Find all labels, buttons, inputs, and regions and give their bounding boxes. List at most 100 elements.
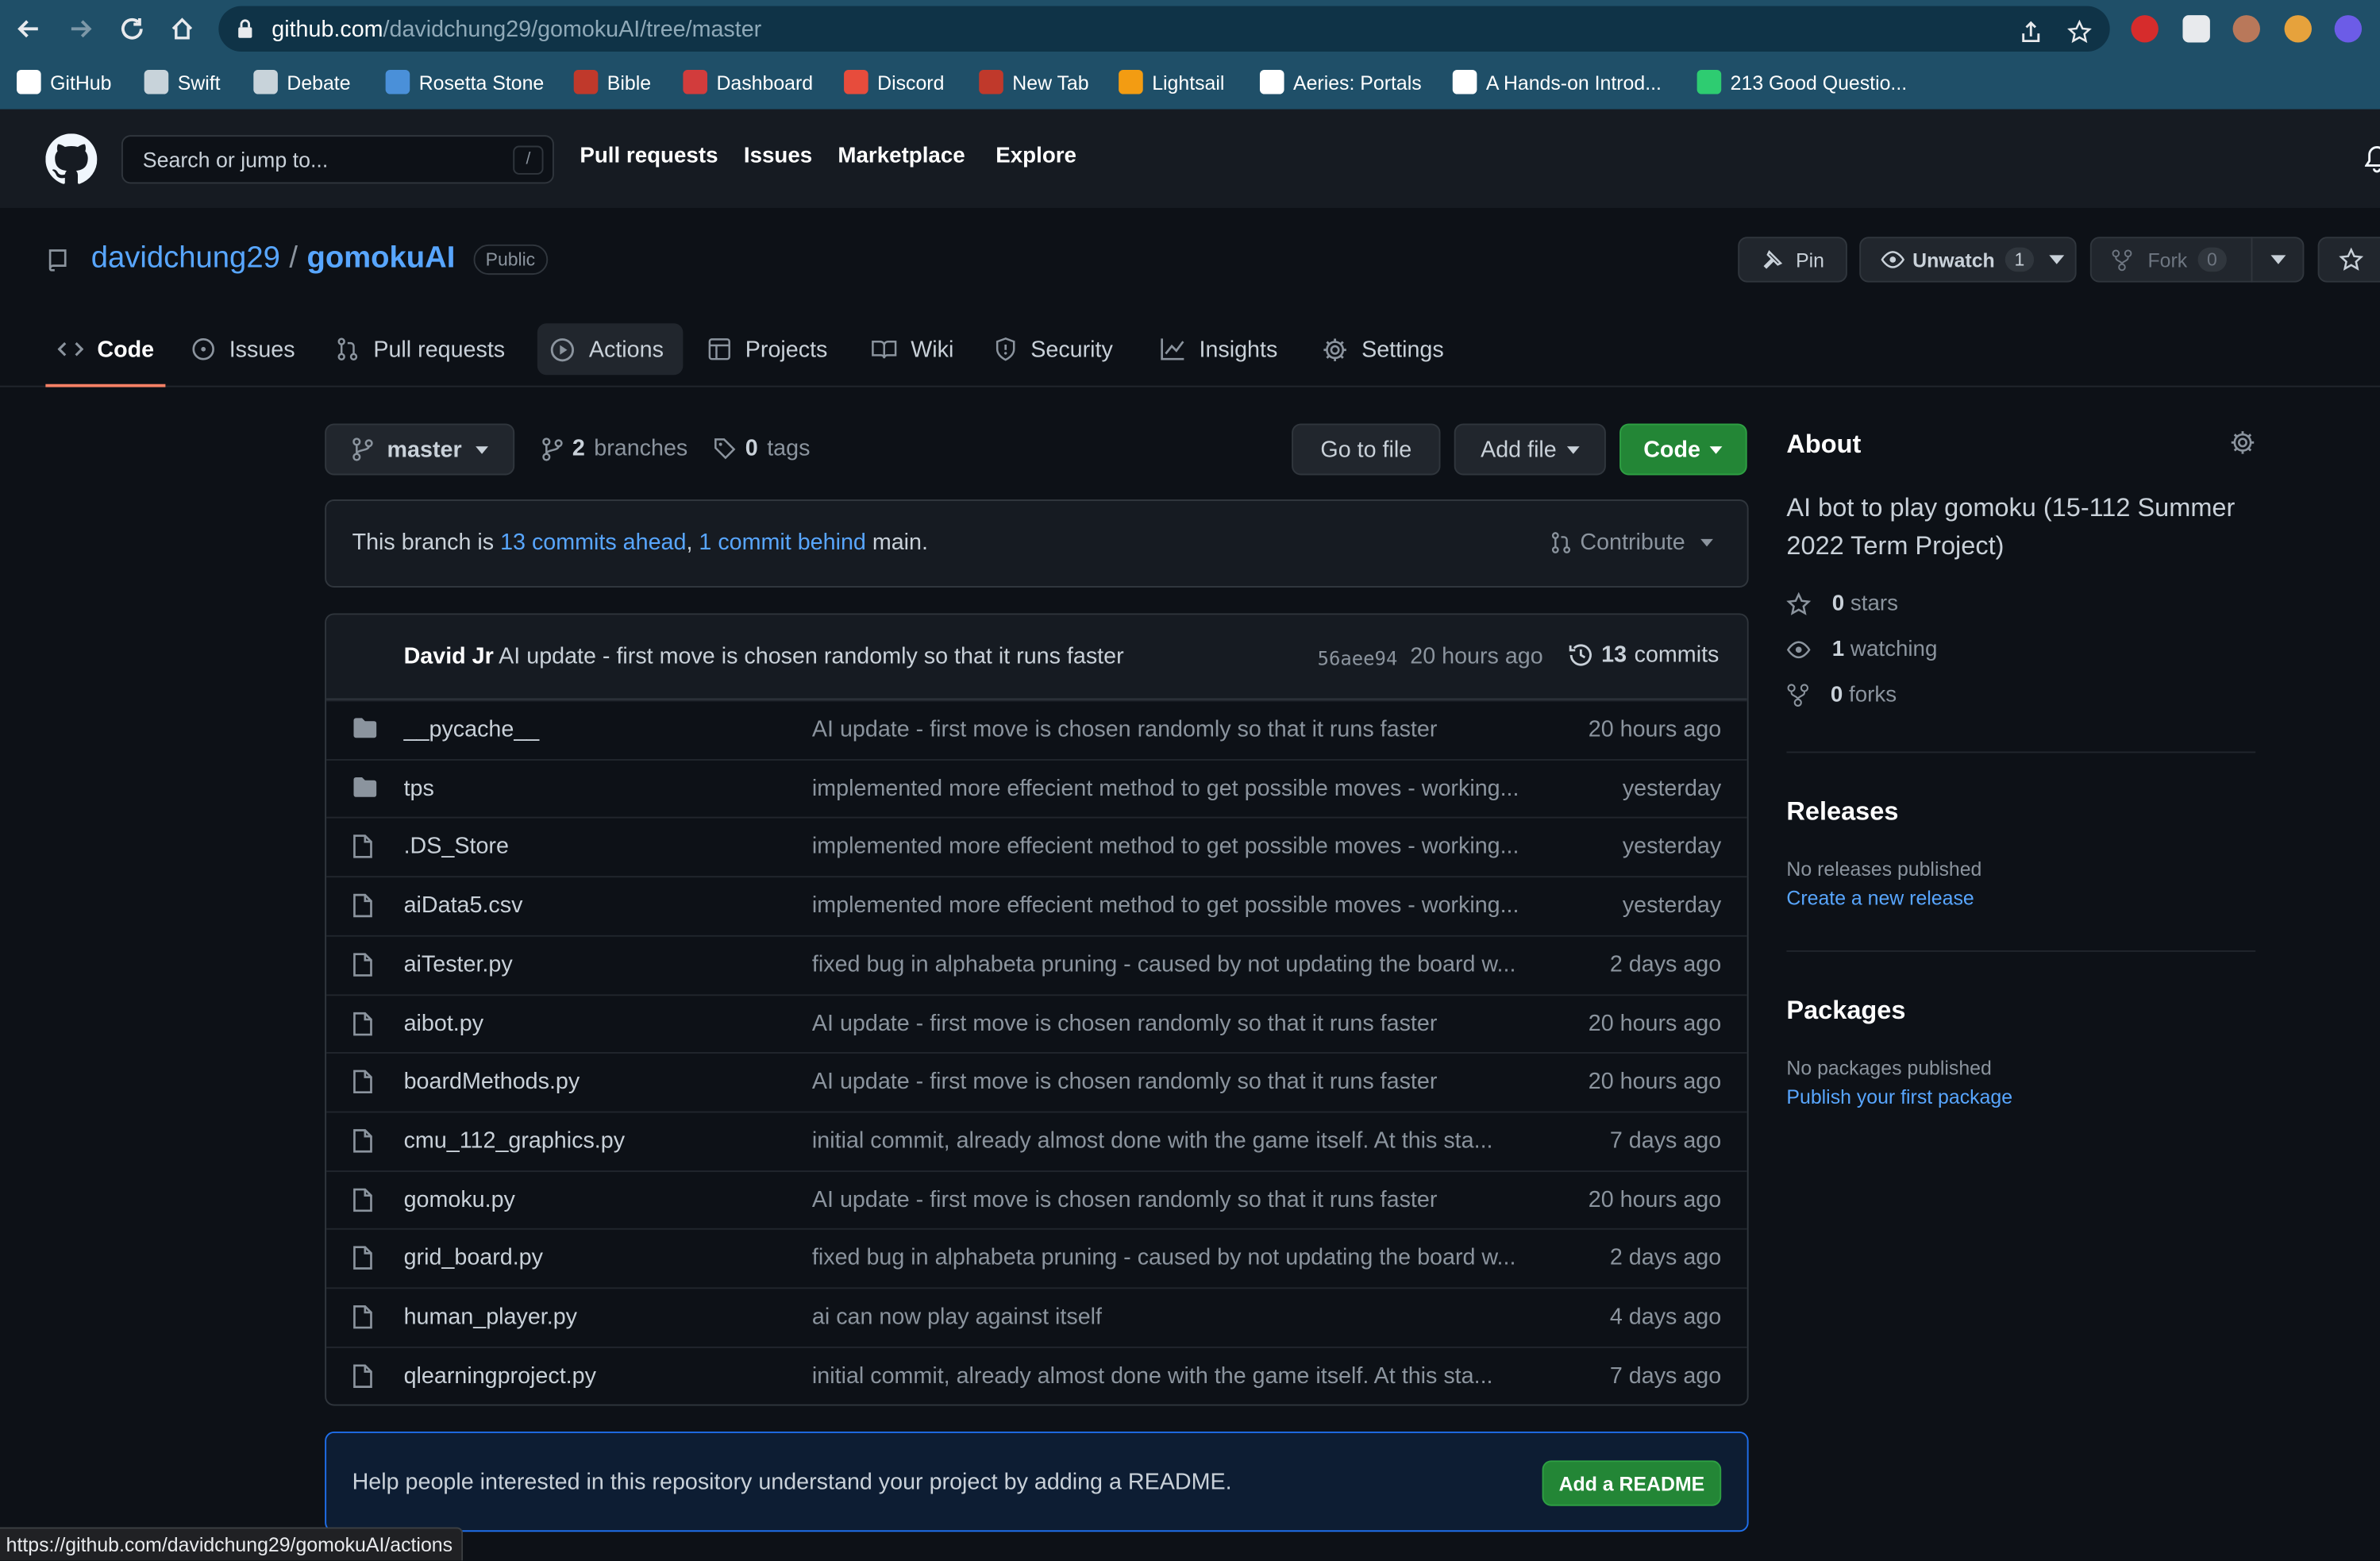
bookmark-item[interactable]: Swift xyxy=(144,69,221,94)
file-commit-message-link[interactable]: implemented more effecient method to get… xyxy=(812,775,1541,801)
file-row[interactable]: aiTester.py fixed bug in alphabeta prunin… xyxy=(326,935,1747,993)
tab-insights[interactable]: Insights xyxy=(1147,323,1289,375)
back-icon[interactable] xyxy=(13,13,44,44)
file-row[interactable]: human_player.py ai can now play against i… xyxy=(326,1287,1747,1346)
bookmark-item[interactable]: Discord xyxy=(844,69,944,94)
bookmark-item[interactable]: New Tab xyxy=(979,69,1089,94)
file-commit-message-link[interactable]: initial commit, already almost done with… xyxy=(812,1127,1541,1154)
file-commit-message-link[interactable]: implemented more effecient method to get… xyxy=(812,892,1541,919)
file-row[interactable]: aiData5.csv implemented more effecient me… xyxy=(326,876,1747,935)
tab-issues[interactable]: Issues xyxy=(179,323,307,375)
contribute-dropdown[interactable]: Contribute xyxy=(1550,530,1714,556)
extension-cloud-icon[interactable] xyxy=(2182,15,2210,43)
nav-pull-requests[interactable]: Pull requests xyxy=(580,145,718,169)
file-name-link[interactable]: cmu_112_graphics.py xyxy=(404,1127,625,1154)
file-commit-message-link[interactable]: AI update - first move is chosen randoml… xyxy=(812,1010,1541,1036)
unwatch-button[interactable]: Unwatch 1 xyxy=(1859,237,2077,283)
create-release-link[interactable]: Create a new release xyxy=(1786,887,1974,910)
tab-projects[interactable]: Projects xyxy=(695,323,840,375)
watchers-link[interactable]: 1 watching xyxy=(1786,638,1937,662)
commit-sha-link[interactable]: 56aee94 xyxy=(1318,647,1398,670)
tab-security[interactable]: Security xyxy=(982,323,1125,375)
file-name-link[interactable]: aiTester.py xyxy=(404,951,513,977)
file-row[interactable]: .DS_Store implemented more effecient meth… xyxy=(326,817,1747,876)
file-row[interactable]: grid_board.py fixed bug in alphabeta prun… xyxy=(326,1228,1747,1287)
file-commit-message-link[interactable]: fixed bug in alphabeta pruning - caused … xyxy=(812,951,1541,977)
bookmark-item[interactable]: GitHub xyxy=(17,69,111,94)
tab-actions[interactable]: Actions xyxy=(537,323,684,376)
go-to-file-button[interactable]: Go to file xyxy=(1292,423,1441,476)
pin-button[interactable]: Pin xyxy=(1738,237,1847,283)
file-name-link[interactable]: aiData5.csv xyxy=(404,892,523,919)
file-name-link[interactable]: grid_board.py xyxy=(404,1245,543,1271)
file-commit-message-link[interactable]: ai can now play against itself xyxy=(812,1304,1541,1330)
file-name-link[interactable]: human_player.py xyxy=(404,1304,577,1330)
file-commit-message-link[interactable]: AI update - first move is chosen randoml… xyxy=(812,716,1541,742)
star-button[interactable] xyxy=(2317,237,2380,283)
bookmark-star-icon[interactable] xyxy=(2067,19,2092,44)
about-settings-gear-icon[interactable] xyxy=(2230,430,2256,456)
forward-icon[interactable] xyxy=(65,13,95,44)
code-button[interactable]: Code xyxy=(1619,423,1747,476)
bookmark-item[interactable]: Debate xyxy=(253,69,351,94)
bookmark-item[interactable]: Dashboard xyxy=(683,69,813,94)
releases-heading[interactable]: Releases xyxy=(1786,797,1898,827)
tab-code[interactable]: Code xyxy=(45,323,166,375)
file-name-link[interactable]: aibot.py xyxy=(404,1010,483,1036)
bookmark-item[interactable]: A Hands-on Introd... xyxy=(1452,69,1662,94)
bookmark-item[interactable]: Rosetta Stone xyxy=(385,69,544,94)
bookmark-item[interactable]: 213 Good Questio... xyxy=(1696,69,1907,94)
packages-heading[interactable]: Packages xyxy=(1786,996,1905,1026)
nav-issues[interactable]: Issues xyxy=(744,145,812,169)
extension-stop-icon[interactable] xyxy=(2131,15,2159,43)
publish-package-link[interactable]: Publish your first package xyxy=(1786,1085,2012,1108)
file-row[interactable]: tps implemented more effecient method to … xyxy=(326,758,1747,817)
commit-message-link[interactable]: AI update - first move is chosen randoml… xyxy=(499,644,1123,670)
bookmark-item[interactable]: Bible xyxy=(573,69,651,94)
file-commit-message-link[interactable]: initial commit, already almost done with… xyxy=(812,1363,1541,1389)
file-name-link[interactable]: boardMethods.py xyxy=(404,1069,580,1095)
file-row[interactable]: __pycache__ AI update - first move is cho… xyxy=(326,700,1747,758)
stars-link[interactable]: 0 stars xyxy=(1786,592,1898,616)
commits-behind-link[interactable]: 1 commit behind xyxy=(699,530,865,556)
forks-link[interactable]: 0 forks xyxy=(1786,683,1897,707)
file-commit-message-link[interactable]: AI update - first move is chosen randoml… xyxy=(812,1069,1541,1095)
reload-icon[interactable] xyxy=(117,13,147,44)
file-row[interactable]: cmu_112_graphics.py initial commit, alrea… xyxy=(326,1111,1747,1170)
search-input[interactable]: Search or jump to... / xyxy=(121,135,554,184)
file-row[interactable]: aibot.py AI update - first move is chosen… xyxy=(326,993,1747,1052)
branch-select-button[interactable]: master xyxy=(325,423,515,476)
extension-profile-icon[interactable] xyxy=(2334,15,2363,43)
file-row[interactable]: gomoku.py AI update - first move is chose… xyxy=(326,1170,1747,1228)
nav-explore[interactable]: Explore xyxy=(996,145,1076,169)
tags-link[interactable]: 0 tags xyxy=(714,436,810,461)
file-name-link[interactable]: tps xyxy=(404,775,434,801)
notification-bell-icon[interactable] xyxy=(2364,146,2380,173)
file-name-link[interactable]: qlearningproject.py xyxy=(404,1363,596,1389)
file-commit-message-link[interactable]: fixed bug in alphabeta pruning - caused … xyxy=(812,1245,1541,1271)
fork-button[interactable]: Fork 0 xyxy=(2089,237,2253,283)
file-name-link[interactable]: __pycache__ xyxy=(404,716,540,742)
commits-ahead-link[interactable]: 13 commits ahead xyxy=(500,530,686,556)
add-file-button[interactable]: Add file xyxy=(1454,423,1606,476)
commits-history-link[interactable]: 13 commits xyxy=(1568,642,1719,668)
home-icon[interactable] xyxy=(167,13,197,44)
repo-owner-link[interactable]: davidchung29 xyxy=(91,241,280,276)
nav-marketplace[interactable]: Marketplace xyxy=(838,145,965,169)
share-icon[interactable] xyxy=(2019,20,2043,44)
tab-wiki[interactable]: Wiki xyxy=(859,323,965,375)
bookmark-item[interactable]: Aeries: Portals xyxy=(1259,69,1422,94)
file-row[interactable]: qlearningproject.py initial commit, alrea… xyxy=(326,1346,1747,1404)
extension-mask-icon[interactable] xyxy=(2232,15,2260,43)
file-name-link[interactable]: gomoku.py xyxy=(404,1186,515,1212)
add-readme-button[interactable]: Add a README xyxy=(1542,1460,1722,1506)
extension-half-icon[interactable] xyxy=(2284,15,2312,43)
bookmark-item[interactable]: Lightsail xyxy=(1119,69,1224,94)
repo-name-link[interactable]: gomokuAI xyxy=(306,241,455,276)
tab-settings[interactable]: Settings xyxy=(1310,323,1456,375)
file-commit-message-link[interactable]: AI update - first move is chosen randoml… xyxy=(812,1186,1541,1212)
file-name-link[interactable]: .DS_Store xyxy=(404,834,509,860)
tab-pull-requests[interactable]: Pull requests xyxy=(323,323,517,375)
branches-link[interactable]: 2 branches xyxy=(542,436,687,461)
address-bar[interactable]: github.com/davidchung29/gomokuAI/tree/ma… xyxy=(218,6,2110,52)
